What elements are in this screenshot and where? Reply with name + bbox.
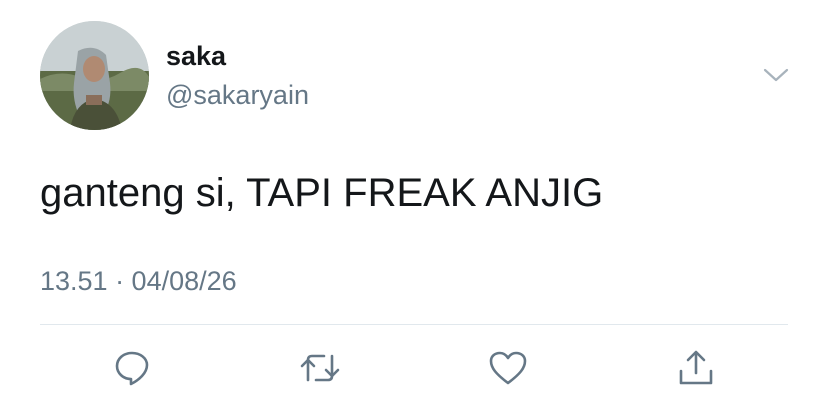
like-button[interactable] xyxy=(486,348,530,388)
retweet-icon xyxy=(300,354,340,382)
reply-button[interactable] xyxy=(110,348,154,388)
reply-icon xyxy=(115,351,149,386)
tweet-timestamp[interactable]: 13.51 · 04/08/26 xyxy=(40,264,237,298)
divider xyxy=(40,324,788,325)
retweet-button[interactable] xyxy=(298,348,342,388)
heart-icon xyxy=(489,351,527,385)
chevron-down-icon[interactable] xyxy=(760,62,792,86)
share-button[interactable] xyxy=(674,348,718,388)
display-name[interactable]: saka xyxy=(166,40,226,72)
avatar[interactable] xyxy=(40,21,149,130)
tweet-text: ganteng si, TAPI FREAK ANJIG xyxy=(40,171,604,215)
share-icon xyxy=(679,350,713,385)
username-handle[interactable]: @sakaryain xyxy=(166,79,309,111)
